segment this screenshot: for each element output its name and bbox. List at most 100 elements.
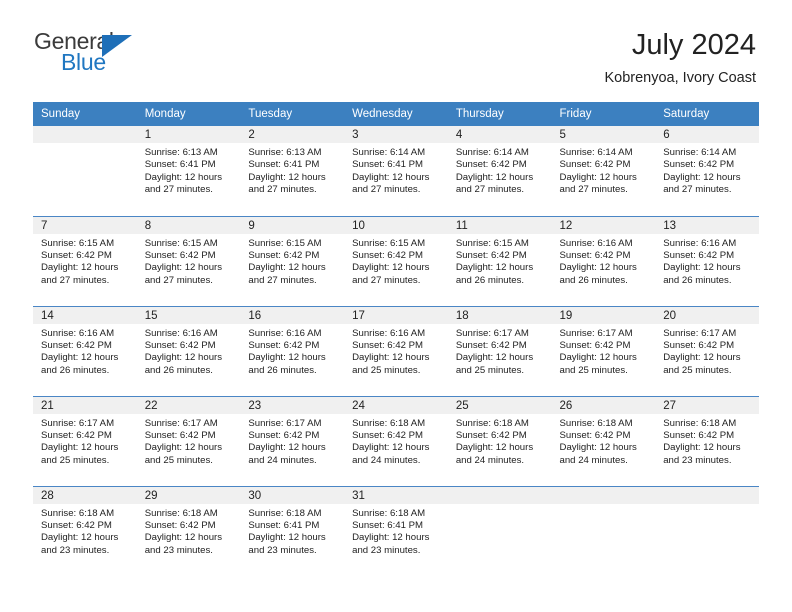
day-number: 23	[240, 396, 345, 414]
day-info-line: Sunrise: 6:17 AM	[559, 327, 633, 339]
day-info-line: Daylight: 12 hours	[559, 442, 637, 454]
calendar-day-cell[interactable]: 3 Sunrise: 6:14 AM Sunset: 6:41 PM Daylight…	[344, 126, 448, 216]
day-number: 30	[240, 486, 345, 504]
day-info-line: Sunrise: 6:16 AM	[352, 327, 426, 339]
day-number: 19	[551, 306, 656, 324]
calendar-day-cell[interactable]: 27 Sunrise: 6:18 AM Sunset: 6:42 PM Dayligh…	[655, 395, 759, 486]
calendar-day-cell[interactable]: 24 Sunrise: 6:18 AM Sunset: 6:42 PM Dayligh…	[344, 395, 448, 486]
day-info-line: and 25 minutes.	[352, 364, 421, 376]
day-info-line: Sunset: 6:42 PM	[144, 339, 216, 351]
day-info-line: Sunrise: 6:18 AM	[559, 417, 633, 429]
day-sun-info: Sunrise: 6:15 AM Sunset: 6:42 PM Daylight:…	[240, 234, 344, 288]
calendar-day-cell[interactable]: 31 Sunrise: 6:18 AM Sunset: 6:41 PM Dayligh…	[344, 485, 448, 576]
day-sun-info: Sunrise: 6:18 AM Sunset: 6:42 PM Daylight:…	[344, 414, 448, 468]
calendar-day-cell[interactable]: 28 Sunrise: 6:18 AM Sunset: 6:42 PM Dayligh…	[33, 485, 137, 576]
calendar-day-cell[interactable]: 17 Sunrise: 6:16 AM Sunset: 6:42 PM Dayligh…	[344, 305, 448, 396]
day-info-line: and 27 minutes.	[41, 274, 110, 286]
calendar-day-cell[interactable]: 15 Sunrise: 6:16 AM Sunset: 6:42 PM Dayligh…	[136, 305, 241, 396]
day-info-line: and 27 minutes.	[352, 184, 421, 196]
day-sun-info: Sunrise: 6:17 AM Sunset: 6:42 PM Daylight:…	[448, 324, 552, 378]
calendar-day-cell[interactable]: 20 Sunrise: 6:17 AM Sunset: 6:42 PM Dayligh…	[655, 305, 759, 396]
day-sun-info: Sunrise: 6:16 AM Sunset: 6:42 PM Daylight:…	[240, 324, 344, 378]
day-info-line: Daylight: 12 hours	[248, 442, 326, 454]
day-number: 14	[33, 306, 137, 324]
day-info-line: Sunrise: 6:18 AM	[144, 507, 218, 519]
day-info-line: Sunset: 6:42 PM	[41, 519, 112, 531]
day-info-line: Sunrise: 6:18 AM	[352, 507, 426, 519]
day-info-line: Sunrise: 6:15 AM	[41, 237, 115, 249]
brand-logo[interactable]: General Blue	[34, 30, 142, 76]
calendar-day-cell[interactable]: 26 Sunrise: 6:18 AM Sunset: 6:42 PM Dayligh…	[551, 395, 656, 486]
calendar-day-cell[interactable]: 1 Sunrise: 6:13 AM Sunset: 6:41 PM Daylight…	[136, 126, 241, 216]
day-number: 11	[447, 216, 552, 234]
day-info-line: Sunrise: 6:16 AM	[559, 237, 633, 249]
day-info-line: Daylight: 12 hours	[352, 442, 430, 454]
calendar-day-cell[interactable]: 18 Sunrise: 6:17 AM Sunset: 6:42 PM Dayligh…	[447, 305, 552, 396]
calendar-day-cell[interactable]: 8 Sunrise: 6:15 AM Sunset: 6:42 PM Daylight…	[136, 215, 241, 306]
day-info-line: Daylight: 12 hours	[41, 442, 119, 454]
day-info-line: Sunset: 6:42 PM	[352, 249, 424, 261]
day-info-line: Daylight: 12 hours	[248, 352, 326, 364]
day-info-line: Sunset: 6:42 PM	[41, 339, 112, 351]
day-info-line: Daylight: 12 hours	[144, 442, 223, 454]
day-info-line: Daylight: 12 hours	[559, 352, 637, 364]
calendar-day-cell[interactable]: 2 Sunrise: 6:13 AM Sunset: 6:41 PM Daylight…	[240, 126, 345, 216]
day-number	[551, 486, 656, 504]
calendar-day-cell[interactable]: 21 Sunrise: 6:17 AM Sunset: 6:42 PM Dayligh…	[33, 395, 137, 486]
day-number: 1	[136, 126, 241, 143]
day-info-line: Daylight: 12 hours	[41, 262, 119, 274]
day-info-line: Sunset: 6:42 PM	[144, 249, 216, 261]
calendar-day-cell[interactable]: 7 Sunrise: 6:15 AM Sunset: 6:42 PM Daylight…	[33, 215, 137, 306]
day-number: 25	[447, 396, 552, 414]
day-info-line: Daylight: 12 hours	[663, 171, 741, 183]
calendar-day-cell[interactable]: 22 Sunrise: 6:17 AM Sunset: 6:42 PM Dayligh…	[136, 395, 241, 486]
day-sun-info: Sunrise: 6:17 AM Sunset: 6:42 PM Daylight:…	[33, 414, 137, 468]
day-info-line: and 24 minutes.	[352, 454, 421, 466]
day-info-line: Sunrise: 6:16 AM	[663, 237, 737, 249]
calendar-day-cell[interactable]: 11 Sunrise: 6:15 AM Sunset: 6:42 PM Dayligh…	[447, 215, 552, 306]
day-sun-info: Sunrise: 6:18 AM Sunset: 6:41 PM Daylight:…	[240, 504, 344, 558]
day-info-line: and 24 minutes.	[559, 454, 628, 466]
day-info-line: Sunset: 6:42 PM	[248, 339, 320, 351]
calendar-day-cell[interactable]: 9 Sunrise: 6:15 AM Sunset: 6:42 PM Daylight…	[240, 215, 345, 306]
day-info-line: Daylight: 12 hours	[144, 171, 223, 183]
day-info-line: and 27 minutes.	[248, 274, 317, 286]
calendar-day-cell[interactable]: 23 Sunrise: 6:17 AM Sunset: 6:42 PM Dayligh…	[240, 395, 345, 486]
day-sun-info: Sunrise: 6:13 AM Sunset: 6:41 PM Daylight:…	[240, 143, 344, 197]
day-info-line: Sunset: 6:42 PM	[144, 429, 216, 441]
day-sun-info: Sunrise: 6:17 AM Sunset: 6:42 PM Daylight:…	[240, 414, 344, 468]
day-sun-info: Sunrise: 6:15 AM Sunset: 6:42 PM Daylight:…	[344, 234, 448, 288]
day-info-line: Sunrise: 6:14 AM	[559, 147, 633, 158]
day-info-line: Sunrise: 6:18 AM	[352, 417, 426, 429]
weekday-header-friday: Friday	[551, 102, 656, 126]
calendar-day-cell[interactable]: 13 Sunrise: 6:16 AM Sunset: 6:42 PM Dayligh…	[655, 215, 759, 306]
day-sun-info: Sunrise: 6:15 AM Sunset: 6:42 PM Daylight:…	[137, 234, 241, 288]
calendar-week-row: 28 Sunrise: 6:18 AM Sunset: 6:42 PM Dayligh…	[33, 485, 759, 576]
calendar-day-cell[interactable]: 4 Sunrise: 6:14 AM Sunset: 6:42 PM Daylight…	[447, 126, 552, 216]
day-info-line: Sunrise: 6:16 AM	[41, 327, 115, 339]
calendar-table: Sunday Monday Tuesday Wednesday Thursday Frid…	[33, 102, 759, 576]
day-info-line: Sunrise: 6:14 AM	[352, 147, 426, 158]
calendar-day-cell[interactable]: 14 Sunrise: 6:16 AM Sunset: 6:42 PM Dayligh…	[33, 305, 137, 396]
day-info-line: Sunset: 6:42 PM	[559, 429, 631, 441]
day-number	[447, 486, 552, 504]
calendar-day-cell[interactable]: 16 Sunrise: 6:16 AM Sunset: 6:42 PM Dayligh…	[240, 305, 345, 396]
day-info-line: and 27 minutes.	[144, 274, 213, 286]
day-number: 13	[655, 216, 759, 234]
calendar-day-cell[interactable]: 25 Sunrise: 6:18 AM Sunset: 6:42 PM Dayligh…	[447, 395, 552, 486]
day-info-line: Daylight: 12 hours	[663, 352, 741, 364]
calendar-day-cell[interactable]: 6 Sunrise: 6:14 AM Sunset: 6:42 PM Daylight…	[655, 126, 759, 216]
day-sun-info: Sunrise: 6:14 AM Sunset: 6:42 PM Daylight:…	[655, 143, 759, 197]
day-info-line: Daylight: 12 hours	[455, 171, 534, 183]
calendar-day-cell[interactable]: 12 Sunrise: 6:16 AM Sunset: 6:42 PM Dayligh…	[551, 215, 656, 306]
day-number	[33, 126, 137, 143]
day-info-line: Daylight: 12 hours	[352, 262, 430, 274]
calendar-day-cell[interactable]: 30 Sunrise: 6:18 AM Sunset: 6:41 PM Dayligh…	[240, 485, 345, 576]
calendar-header-row: Sunday Monday Tuesday Wednesday Thursday Frid…	[33, 102, 759, 126]
calendar-day-cell[interactable]: 10 Sunrise: 6:15 AM Sunset: 6:42 PM Dayligh…	[344, 215, 448, 306]
day-info-line: and 25 minutes.	[144, 454, 213, 466]
calendar-day-cell[interactable]: 29 Sunrise: 6:18 AM Sunset: 6:42 PM Dayligh…	[136, 485, 241, 576]
day-info-line: Sunset: 6:42 PM	[455, 249, 527, 261]
calendar-day-cell[interactable]: 19 Sunrise: 6:17 AM Sunset: 6:42 PM Dayligh…	[551, 305, 656, 396]
calendar-day-cell[interactable]: 5 Sunrise: 6:14 AM Sunset: 6:42 PM Daylight…	[551, 126, 656, 216]
